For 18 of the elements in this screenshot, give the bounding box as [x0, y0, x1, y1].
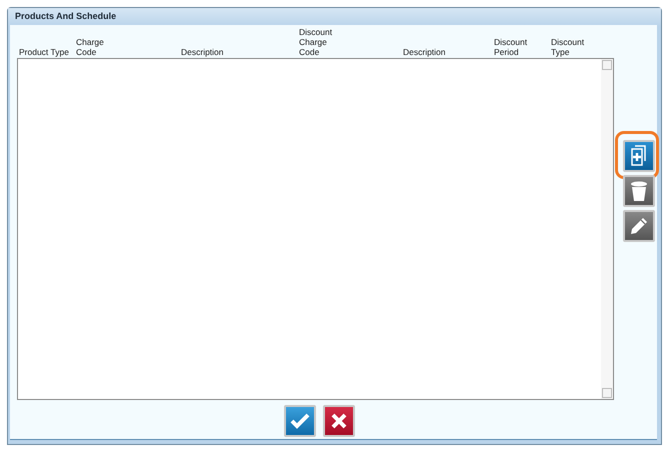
column-header: Charge Code: [76, 37, 104, 57]
close-icon: [331, 413, 347, 429]
column-header: Discount Period: [494, 37, 528, 57]
delete-button[interactable]: [623, 175, 655, 207]
column-header: Discount Type: [551, 37, 584, 57]
checkmark-icon: [290, 413, 310, 429]
cancel-button[interactable]: [323, 405, 355, 437]
column-header: Description: [403, 47, 446, 57]
column-header: Description: [181, 47, 224, 57]
pencil-icon: [629, 216, 649, 236]
trash-icon: [630, 180, 648, 202]
edit-button[interactable]: [623, 210, 655, 242]
add-button[interactable]: [623, 140, 655, 172]
ok-button[interactable]: [284, 405, 316, 437]
window-title: Products And Schedule: [8, 8, 661, 27]
add-document-icon: [629, 145, 649, 167]
column-header: Discount Charge Code: [299, 27, 332, 57]
column-header: Product Type: [19, 47, 69, 57]
